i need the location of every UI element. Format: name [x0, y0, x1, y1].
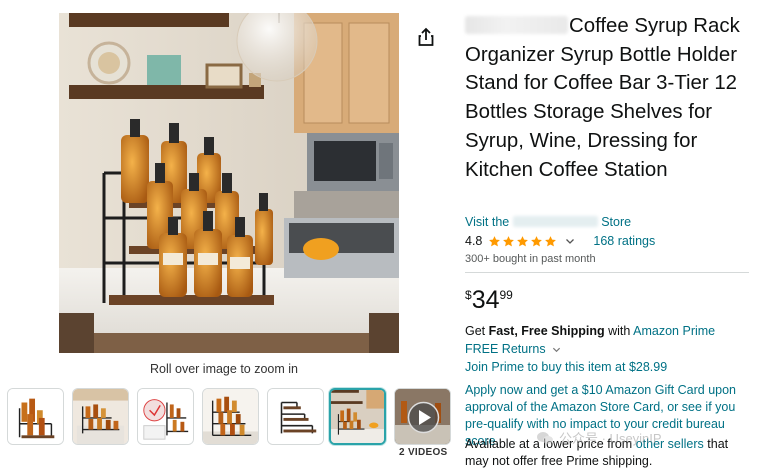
rating-value: 4.8 — [465, 234, 483, 248]
star-icon — [545, 235, 557, 246]
thumbnail-image — [8, 389, 63, 444]
star-icon — [531, 235, 543, 246]
watermark: 公众号 · UseyinIP — [536, 428, 662, 447]
thumbnail-image — [268, 389, 323, 444]
divider — [465, 272, 749, 273]
price: $3499 — [465, 286, 513, 314]
price-whole: 34 — [471, 286, 500, 314]
star-rating[interactable] — [488, 235, 557, 248]
product-title: Coffee Syrup Rack Organizer Syrup Bottle… — [465, 15, 740, 181]
thumbnail-5[interactable] — [267, 388, 324, 445]
ratings-count-link[interactable]: 168 ratings — [593, 234, 655, 248]
thumbnail-image — [331, 390, 384, 443]
zoom-hint: Roll over image to zoom in — [150, 362, 298, 376]
thumbnail-6-selected[interactable] — [329, 388, 386, 445]
share-button[interactable] — [415, 26, 437, 48]
thumbnail-2[interactable] — [72, 388, 129, 445]
visit-store-link[interactable]: Visit the Store — [465, 215, 631, 229]
thumbnail-3[interactable] — [137, 388, 194, 445]
video-count-label: 2 VIDEOS — [399, 447, 448, 458]
redacted-brand — [465, 16, 568, 34]
video-preview — [395, 389, 450, 444]
product-photo — [59, 13, 399, 353]
fast-free-shipping: Fast, Free Shipping — [488, 324, 605, 338]
video-thumbnail[interactable] — [394, 388, 451, 445]
shipping-info: Get Fast, Free Shipping with Amazon Prim… — [465, 324, 716, 338]
rating-row: 4.8 168 ratings — [465, 233, 655, 249]
star-icon — [517, 235, 529, 246]
price-symbol: $ — [465, 288, 472, 302]
price-fraction: 99 — [499, 288, 513, 302]
thumbnail-image — [73, 389, 128, 444]
free-returns-link[interactable]: FREE Returns — [465, 342, 561, 356]
share-icon — [418, 27, 434, 46]
redacted-store-name — [512, 216, 598, 227]
chevron-down-icon[interactable] — [565, 236, 575, 246]
thumbnail-image — [138, 389, 193, 444]
wechat-icon — [537, 431, 553, 444]
star-icon — [503, 235, 515, 246]
thumbnail-1[interactable] — [7, 388, 64, 445]
thumbnail-image — [203, 389, 258, 444]
thumbnail-4[interactable] — [202, 388, 259, 445]
bought-past-month: 300+ bought in past month — [465, 253, 596, 265]
star-icon — [489, 235, 501, 246]
join-prime-link[interactable]: Join Prime to buy this item at $28.99 — [465, 360, 667, 374]
amazon-prime-link[interactable]: Amazon Prime — [633, 324, 715, 338]
chevron-down-icon — [552, 347, 560, 352]
main-product-image[interactable] — [59, 13, 399, 353]
